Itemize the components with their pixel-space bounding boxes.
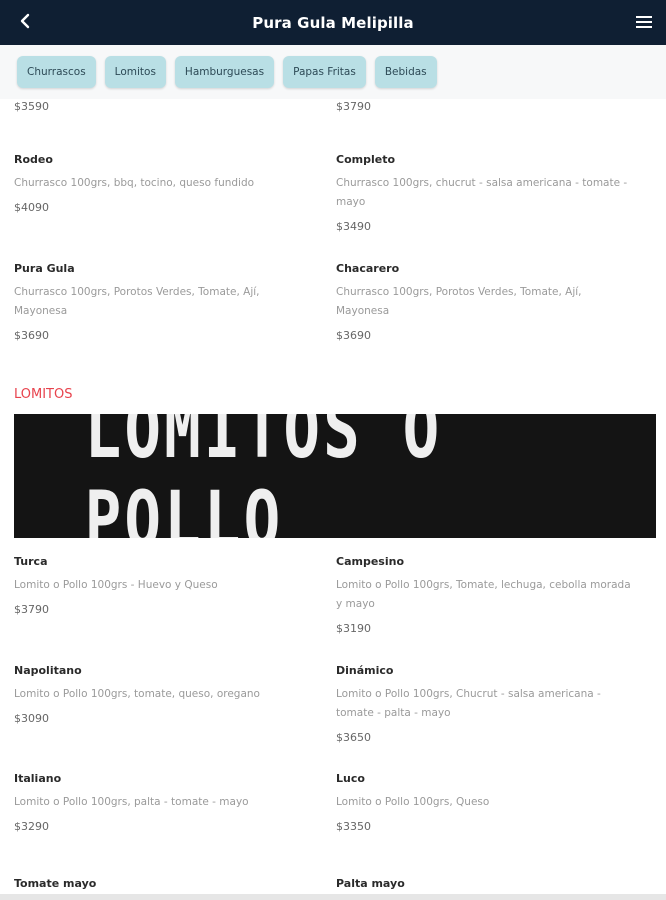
menu-item[interactable]: Completo Churrasco 100grs, chucrut - sal… xyxy=(336,153,636,233)
menu-item[interactable]: Luco Lomito o Pollo 100grs, Queso $3350 xyxy=(336,772,636,833)
app-header: Pura Gula Melipilla xyxy=(0,0,666,45)
item-price: $3090 xyxy=(14,712,49,725)
item-price: $3490 xyxy=(336,220,371,233)
item-price: $3350 xyxy=(336,820,371,833)
hamburger-menu-icon[interactable] xyxy=(634,12,654,32)
item-description: Lomito o Pollo 100grs, palta - tomate - … xyxy=(14,796,249,808)
bottom-scroll-edge xyxy=(0,894,666,900)
banner-text: LOMITOS O POLLO xyxy=(84,414,443,538)
item-name: Italiano xyxy=(14,772,62,785)
menu-item[interactable]: Tomate mayo xyxy=(14,877,314,890)
category-chip-bebidas[interactable]: Bebidas xyxy=(374,56,437,88)
category-chip-hamburguesas[interactable]: Hamburguesas xyxy=(174,56,275,88)
section-title-lomitos: LOMITOS xyxy=(14,387,73,402)
category-bar: Churrascos Lomitos Hamburguesas Papas Fr… xyxy=(0,45,666,99)
menu-item[interactable]: Dinámico Lomito o Pollo 100grs, Chucrut … xyxy=(336,664,636,744)
item-price: $4090 xyxy=(14,201,49,214)
item-price: $3590 xyxy=(14,100,49,113)
item-description: Lomito o Pollo 100grs, Chucrut - salsa a… xyxy=(336,688,601,719)
item-name: Napolitano xyxy=(14,664,82,677)
item-description: Lomito o Pollo 100grs, tomate, queso, or… xyxy=(14,688,260,700)
menu-item[interactable]: Italiano Lomito o Pollo 100grs, palta - … xyxy=(14,772,314,833)
menu-item[interactable]: Palta mayo xyxy=(336,877,636,890)
menu-item[interactable]: Campesino Lomito o Pollo 100grs, Tomate,… xyxy=(336,555,636,635)
item-price: $3650 xyxy=(336,731,371,744)
item-price: $3190 xyxy=(336,622,371,635)
category-chip-lomitos[interactable]: Lomitos xyxy=(104,56,166,88)
item-price: $3790 xyxy=(14,603,49,616)
item-name: Campesino xyxy=(336,555,404,568)
item-price: $3790 xyxy=(336,100,371,113)
item-name: Palta mayo xyxy=(336,877,405,890)
item-price: $3690 xyxy=(14,329,49,342)
chevron-left-icon[interactable] xyxy=(14,9,36,33)
menu-item[interactable]: Napolitano Lomito o Pollo 100grs, tomate… xyxy=(14,664,314,725)
item-description: Churrasco 100grs, bbq, tocino, queso fun… xyxy=(14,177,255,189)
item-name: Luco xyxy=(336,772,365,785)
page-title: Pura Gula Melipilla xyxy=(252,13,414,32)
item-name: Pura Gula xyxy=(14,262,75,275)
menu-item[interactable]: Pura Gula Churrasco 100grs, Porotos Verd… xyxy=(14,262,314,342)
item-description: Lomito o Pollo 100grs, Queso xyxy=(336,796,490,808)
lomitos-banner-image: LOMITOS O POLLO xyxy=(14,414,656,538)
item-name: Rodeo xyxy=(14,153,53,166)
menu-item[interactable]: Turca Lomito o Pollo 100grs - Huevo y Qu… xyxy=(14,555,314,616)
item-name: Dinámico xyxy=(336,664,394,677)
item-price: $3690 xyxy=(336,329,371,342)
item-description: Lomito o Pollo 100grs - Huevo y Queso xyxy=(14,579,218,591)
menu-item[interactable]: Rodeo Churrasco 100grs, bbq, tocino, que… xyxy=(14,153,314,214)
item-description: Lomito o Pollo 100grs, Tomate, lechuga, … xyxy=(336,579,631,610)
item-name: Tomate mayo xyxy=(14,877,97,890)
item-description: Churrasco 100grs, chucrut - salsa americ… xyxy=(336,177,628,208)
menu-content: $3590 $3790 Rodeo Churrasco 100grs, bbq,… xyxy=(0,99,666,894)
item-name: Completo xyxy=(336,153,396,166)
category-chip-papas-fritas[interactable]: Papas Fritas xyxy=(283,56,366,88)
item-description: Churrasco 100grs, Porotos Verdes, Tomate… xyxy=(14,286,260,317)
menu-item[interactable]: Chacarero Churrasco 100grs, Porotos Verd… xyxy=(336,262,636,342)
item-description: Churrasco 100grs, Porotos Verdes, Tomate… xyxy=(336,286,582,317)
category-chip-churrascos[interactable]: Churrascos xyxy=(17,56,96,88)
item-name: Chacarero xyxy=(336,262,400,275)
item-name: Turca xyxy=(14,555,48,568)
item-price: $3290 xyxy=(14,820,49,833)
